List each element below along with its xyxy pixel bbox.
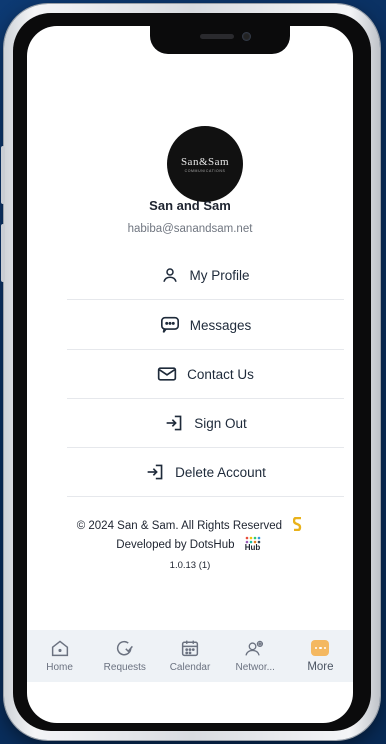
menu-item-my-profile[interactable]: My Profile bbox=[67, 251, 344, 300]
more-icon bbox=[311, 640, 330, 656]
menu-item-label: Sign Out bbox=[194, 415, 247, 431]
tab-calendar[interactable]: Calendar bbox=[157, 630, 222, 682]
tab-label: Requests bbox=[103, 662, 146, 673]
app-version: 1.0.13 (1) bbox=[169, 560, 211, 571]
requests-icon bbox=[116, 640, 133, 656]
phone-screen: San&Sam COMMUNICATIONS San and Sam habib… bbox=[27, 26, 353, 723]
tab-label: Calendar bbox=[169, 662, 211, 673]
profile-name: San and Sam bbox=[149, 198, 231, 213]
speaker bbox=[200, 34, 234, 39]
calendar-icon bbox=[181, 640, 199, 657]
tab-label: Networ... bbox=[235, 662, 275, 673]
menu-item-delete-account[interactable]: Delete Account bbox=[67, 448, 344, 497]
volume-down-button bbox=[1, 224, 5, 282]
menu-item-label: My Profile bbox=[189, 267, 250, 283]
sign-out-icon bbox=[166, 415, 182, 431]
logo-subtext: COMMUNICATIONS bbox=[184, 168, 226, 173]
copyright-line: © 2024 San & Sam. All Rights Reserved bbox=[27, 516, 353, 532]
menu-item-contact-us[interactable]: Contact Us bbox=[67, 350, 344, 399]
tab-network[interactable]: Networ... bbox=[223, 630, 288, 682]
menu-item-label: Contact Us bbox=[187, 366, 254, 382]
network-icon bbox=[245, 640, 264, 656]
notch bbox=[150, 26, 290, 54]
menu-item-label: Delete Account bbox=[175, 464, 266, 480]
menu-item-label: Messages bbox=[189, 317, 252, 333]
developed-by-line: Developed by DotsHub Hub bbox=[27, 536, 353, 552]
tab-label: Home bbox=[46, 662, 73, 673]
copyright-text: © 2024 San & Sam. All Rights Reserved bbox=[76, 520, 283, 532]
menu-item-sign-out[interactable]: Sign Out bbox=[67, 399, 344, 448]
user-icon bbox=[163, 268, 178, 282]
tab-home[interactable]: Home bbox=[27, 630, 92, 682]
san-sam-logo-icon bbox=[293, 516, 302, 532]
camera-icon bbox=[242, 32, 251, 41]
home-icon bbox=[51, 640, 68, 657]
menu-item-messages[interactable]: Messages bbox=[67, 301, 344, 350]
dotshub-logo: Hub bbox=[244, 536, 264, 552]
tab-label: More bbox=[307, 661, 334, 673]
bottom-tab-bar: Home Requests Calendar Networ... More bbox=[27, 630, 353, 682]
chat-icon bbox=[160, 316, 179, 333]
logo-text: San&Sam bbox=[180, 155, 230, 168]
developed-by-text: Developed by DotsHub bbox=[116, 539, 235, 551]
phone-frame: San&Sam COMMUNICATIONS San and Sam habib… bbox=[1, 4, 380, 740]
company-logo: San&Sam COMMUNICATIONS bbox=[167, 126, 243, 202]
volume-up-button bbox=[1, 146, 5, 204]
dotshub-logo-text: Hub bbox=[244, 543, 261, 552]
tab-requests[interactable]: Requests bbox=[92, 630, 157, 682]
mail-icon bbox=[157, 367, 177, 381]
profile-email: habiba@sanandsam.net bbox=[127, 223, 253, 235]
tab-more[interactable]: More bbox=[288, 630, 353, 682]
delete-account-icon bbox=[147, 464, 163, 480]
